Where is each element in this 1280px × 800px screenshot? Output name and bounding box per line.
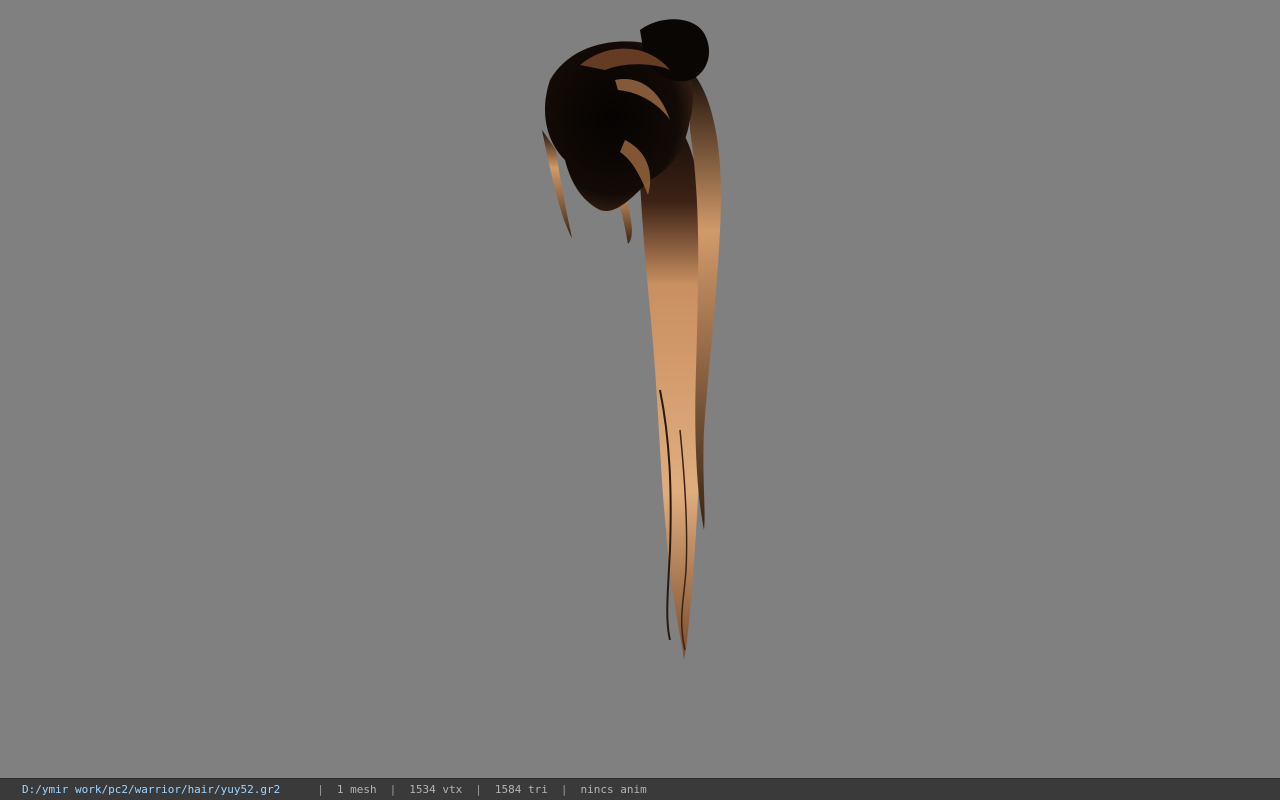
3d-viewport[interactable]: [0, 0, 1280, 778]
status-separator: |: [560, 783, 568, 796]
vertex-count: 1534 vtx: [409, 783, 463, 796]
triangle-count: 1584 tri: [494, 783, 548, 796]
status-bar: D:/ymir work/pc2/warrior/hair/yuy52.gr2 …: [0, 778, 1280, 800]
hair-model: [542, 19, 721, 660]
status-separator: |: [317, 783, 324, 796]
mesh-count: 1 mesh: [336, 783, 377, 796]
file-path-label: D:/ymir work/pc2/warrior/hair/yuy52.gr2: [22, 783, 281, 796]
anim-status: nincs anim: [580, 783, 647, 796]
status-separator: |: [475, 783, 482, 796]
status-separator: |: [389, 783, 397, 796]
